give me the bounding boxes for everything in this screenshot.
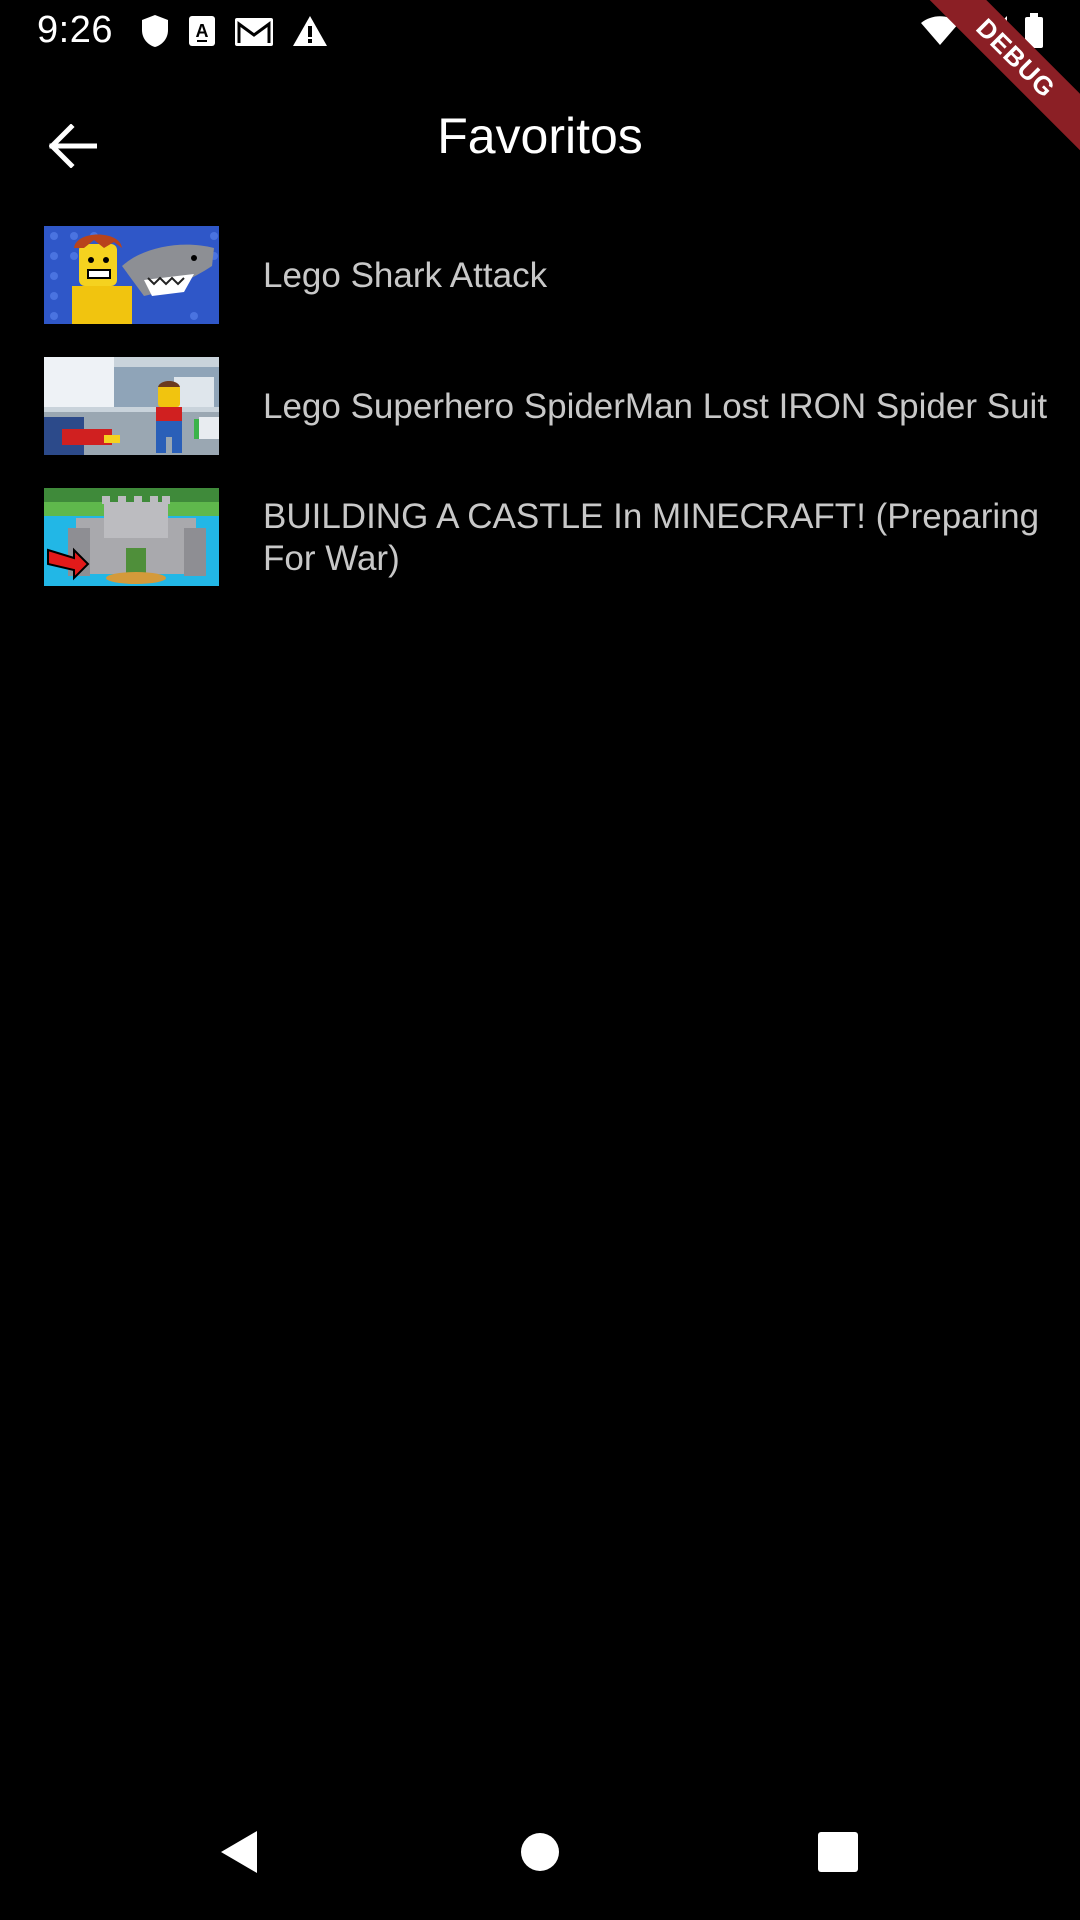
favorites-screen: 9:26 A DEBUG Favoritos Lego Shark Attack… — [0, 0, 1080, 1920]
nav-recents-icon — [818, 1832, 858, 1872]
nav-home-icon — [521, 1833, 559, 1871]
shield-icon — [140, 13, 170, 49]
favorites-list: Lego Shark Attack Lego Superhero SpiderM… — [0, 210, 1080, 603]
system-nav-bar — [0, 1794, 1080, 1920]
signal-icon — [976, 15, 1008, 47]
lego-spiderman-thumbnail — [44, 357, 219, 455]
warning-icon — [292, 15, 328, 47]
app-bar: Favoritos — [0, 63, 1080, 210]
nav-back-button[interactable] — [199, 1822, 279, 1882]
nav-recents-button[interactable] — [798, 1822, 878, 1882]
list-item[interactable]: Lego Shark Attack — [0, 210, 1080, 341]
favorite-title: Lego Superhero SpiderMan Lost IRON Spide… — [263, 386, 1048, 426]
status-time: 9:26 — [37, 9, 113, 51]
nav-home-button[interactable] — [500, 1822, 580, 1882]
minecraft-castle-thumbnail — [44, 488, 219, 586]
status-bar: 9:26 A — [0, 0, 1080, 63]
system-icons — [904, 13, 1044, 49]
favorite-title: BUILDING A CASTLE In MINECRAFT! (Prepari… — [263, 496, 1040, 578]
notification-icons: A — [140, 13, 346, 49]
font-a-icon: A — [188, 15, 216, 47]
favorite-title: Lego Shark Attack — [263, 255, 548, 295]
gmail-icon — [234, 15, 274, 47]
lego-shark-thumbnail — [44, 226, 219, 324]
wifi-icon — [920, 15, 960, 47]
list-item[interactable]: BUILDING A CASTLE In MINECRAFT! (Prepari… — [0, 472, 1080, 603]
list-item[interactable]: Lego Superhero SpiderMan Lost IRON Spide… — [0, 341, 1080, 472]
svg-text:A: A — [196, 21, 209, 41]
battery-icon — [1024, 13, 1044, 49]
page-title: Favoritos — [437, 108, 643, 164]
nav-back-icon — [221, 1831, 257, 1873]
